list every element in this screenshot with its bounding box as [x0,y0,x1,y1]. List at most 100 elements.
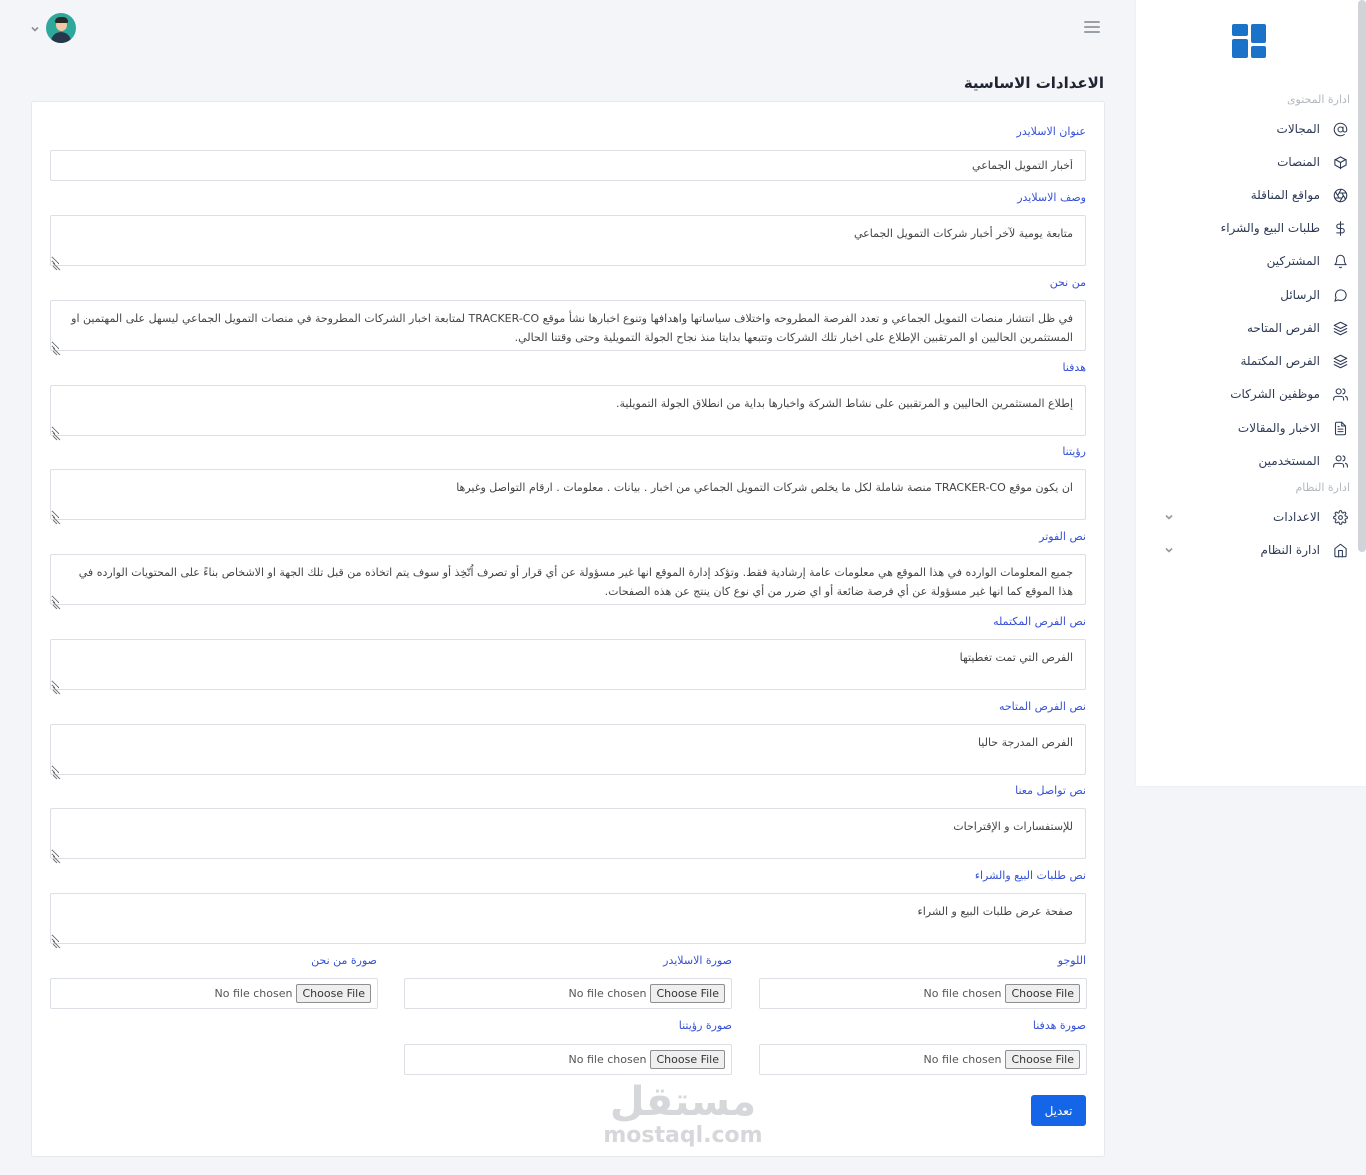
choose-file-button[interactable]: Choose File [650,1050,725,1069]
section-title-content: ادارة المحتوى [1286,93,1350,106]
about-image-file-input[interactable]: Choose File No file chosen [50,978,378,1009]
available-opportunities-textarea[interactable]: الفرص المدرجة حاليا [50,724,1086,775]
resize-handle-icon[interactable] [52,256,61,271]
bell-icon [1332,253,1348,269]
sidebar-item-label: المستخدمين [1258,454,1320,468]
update-submit-button[interactable]: تعديل [1031,1095,1086,1126]
user-menu[interactable] [30,13,76,43]
watermark: مستقل mostaql.com [598,1080,768,1148]
layers-icon [1332,353,1348,369]
sidebar-item-messages[interactable]: الرسائل [1158,280,1348,310]
settings-form-card: عنوان الاسلايدر وصف الاسلايدر متابعة يوم… [31,101,1105,1157]
goal-image-file-input[interactable]: Choose File No file chosen [759,1044,1087,1075]
field-label-buy-sell-text: نص طلبات البيع والشراء [974,869,1086,882]
sidebar-item-label: المنصات [1277,155,1320,169]
file-label-vision-image: صورة رؤيتنا [678,1019,732,1032]
at-sign-icon [1332,121,1348,137]
sidebar-item-system-management[interactable]: ادارة النظام [1158,535,1348,565]
sidebar-item-transfer-sites[interactable]: مواقع المناقلة [1158,180,1348,210]
resize-handle-icon[interactable] [52,849,61,864]
sidebar-item-label: موظفين الشركات [1230,387,1320,401]
field-label-available-opportunities-text: نص الفرص المتاحه [998,700,1086,713]
sidebar-item-completed-opportunities[interactable]: الفرص المكتملة [1158,346,1348,376]
file-label-logo: اللوجو [1057,954,1086,967]
sidebar-item-news-articles[interactable]: الاخبار والمقالات [1158,413,1348,443]
slider-title-input[interactable] [50,150,1086,181]
sidebar-item-label: الرسائل [1280,288,1320,302]
choose-file-button[interactable]: Choose File [1005,1050,1080,1069]
resize-handle-icon[interactable] [52,934,61,949]
sidebar-item-users[interactable]: المستخدمين [1158,446,1348,476]
sidebar-item-label: الفرص المكتملة [1240,354,1320,368]
gear-icon [1332,509,1348,525]
field-label-contact-us-text: نص تواصل معنا [1015,784,1086,797]
sidebar: ادارة المحتوى المجالات المنصات مواقع الم… [1136,0,1366,786]
sidebar-item-buy-sell-requests[interactable]: طلبات البيع والشراء [1158,213,1348,243]
file-label-about-image: صورة من نحن [311,954,377,967]
field-label-slider-title: عنوان الاسلايدر [1016,125,1086,138]
file-status-text: No file chosen [923,1053,1002,1066]
sidebar-item-company-employees[interactable]: موظفين الشركات [1158,379,1348,409]
aperture-icon [1332,187,1348,203]
file-label-slider-image: صورة الاسلايدر [663,954,732,967]
page-title: الاعدادات الاساسية [963,74,1104,92]
layers-icon [1332,320,1348,336]
sidebar-item-label: مواقع المناقلة [1250,188,1320,202]
file-text-icon [1332,420,1348,436]
resize-handle-icon[interactable] [52,426,61,441]
sidebar-item-platforms[interactable]: المنصات [1158,147,1348,177]
section-title-system: ادارة النظام [1295,481,1351,494]
sidebar-item-available-opportunities[interactable]: الفرص المتاحه [1158,313,1348,343]
choose-file-button[interactable]: Choose File [296,984,371,1003]
field-label-our-goal: هدفنا [1062,361,1086,374]
sidebar-item-label: الاعدادات [1273,510,1320,524]
file-label-goal-image: صورة هدفنا [1032,1019,1086,1032]
package-icon [1332,154,1348,170]
sidebar-item-fields[interactable]: المجالات [1158,114,1348,144]
resize-handle-icon[interactable] [52,510,61,525]
chevron-down-icon [1164,544,1174,554]
field-label-about-us: من نحن [1049,276,1086,289]
our-goal-textarea[interactable]: إطلاع المستثمرين الحاليين و المرتقبين عل… [50,385,1086,436]
sidebar-item-settings[interactable]: الاعدادات [1158,502,1348,532]
choose-file-button[interactable]: Choose File [650,984,725,1003]
file-status-text: No file chosen [923,987,1002,1000]
watermark-arabic: مستقل [609,1079,757,1125]
message-circle-icon [1332,287,1348,303]
field-label-footer-text: نص الفوتر [1039,530,1086,543]
buy-sell-textarea[interactable]: صفحة عرض طلبات البيع و الشراء [50,893,1086,944]
contact-us-textarea[interactable]: للإستفسارات و الإقتراحات [50,808,1086,859]
sidebar-item-subscribers[interactable]: المشتركين [1158,246,1348,276]
sidebar-item-label: الاخبار والمقالات [1237,421,1320,435]
watermark-domain: mostaql.com [603,1123,763,1148]
field-label-completed-opportunities-text: نص الفرص المكتمله [993,615,1086,628]
completed-opportunities-textarea[interactable]: الفرص التي تمت تغطيتها [50,639,1086,690]
sidebar-item-label: طلبات البيع والشراء [1220,221,1320,235]
menu-toggle-icon[interactable] [1084,21,1100,35]
resize-handle-icon[interactable] [52,341,61,356]
logo-file-input[interactable]: Choose File No file chosen [759,978,1087,1009]
choose-file-button[interactable]: Choose File [1005,984,1080,1003]
resize-handle-icon[interactable] [52,595,61,610]
slider-image-file-input[interactable]: Choose File No file chosen [404,978,732,1009]
resize-handle-icon[interactable] [52,765,61,780]
avatar[interactable] [46,13,76,43]
vision-image-file-input[interactable]: Choose File No file chosen [404,1044,732,1075]
slider-description-textarea[interactable]: متابعة يومية لآخر أخبار شركات التمويل ال… [50,215,1086,266]
sidebar-item-label: المجالات [1276,122,1320,136]
users-icon [1332,386,1348,402]
resize-handle-icon[interactable] [52,680,61,695]
home-icon [1332,542,1348,558]
file-status-text: No file chosen [214,987,293,1000]
our-vision-textarea[interactable]: ان يكون موقع TRACKER-CO منصة شاملة لكل م… [50,469,1086,520]
chevron-down-icon [30,19,40,38]
field-label-our-vision: رؤيتنا [1062,445,1086,458]
footer-text-textarea[interactable]: جميع المعلومات الوارده في هذا الموقع هي … [50,554,1086,605]
sidebar-scrollbar[interactable] [1358,0,1366,552]
about-us-textarea[interactable]: في ظل انتشار منصات التمويل الجماعي و تعد… [50,300,1086,351]
field-label-slider-description: وصف الاسلايدر [1017,191,1086,204]
users-icon [1332,453,1348,469]
file-status-text: No file chosen [568,987,647,1000]
dashboard-logo-icon[interactable] [1232,24,1268,60]
chevron-down-icon [1164,511,1174,521]
